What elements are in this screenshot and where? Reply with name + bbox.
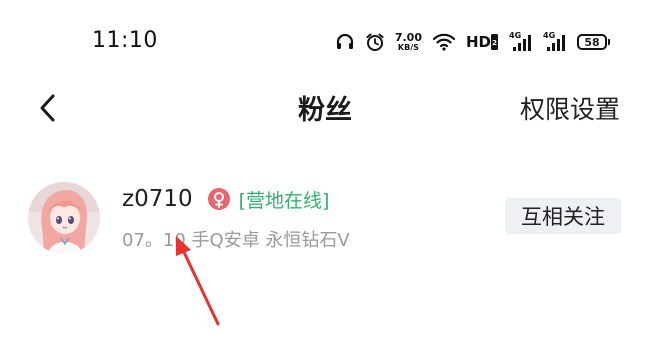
list-item[interactable]: z0710 [营地在线] 07。10 手Q安卓 永恒钻石V 互相关注 [0,170,650,260]
network-speed: 7.00 KB/S [395,32,422,52]
online-status-tag: [营地在线] [238,189,330,212]
avatar[interactable] [28,182,100,254]
network-speed-unit: KB/S [397,43,419,52]
network-speed-value: 7.00 [394,31,422,44]
fans-page: 11:10 7.00 KB/S HD 2 4G 4G 58 粉丝 权限设置 z0… [0,0,650,357]
svg-text:2: 2 [492,39,497,47]
headset-icon [335,32,355,52]
signal-2-label: 4G [543,31,556,40]
signal-icon-2: 4G [543,31,567,52]
status-time: 11:10 [92,28,158,53]
fan-username[interactable]: z0710 [122,186,193,212]
battery-icon: 58 [577,34,610,50]
permission-settings-button[interactable]: 权限设置 [520,90,620,126]
signal-1-label: 4G [509,31,522,40]
mutual-follow-button[interactable]: 互相关注 [505,198,621,234]
wifi-icon [432,32,456,52]
hd-indicator: HD 2 [466,33,499,51]
fan-name-row: z0710 [营地在线] [122,184,329,214]
female-icon [207,187,231,211]
fan-description: 07。10 手Q安卓 永恒钻石V [122,230,350,251]
alarm-icon [365,32,385,52]
status-bar: 11:10 7.00 KB/S HD 2 4G 4G 58 [0,0,650,80]
battery-level: 58 [577,34,607,50]
hd-label: HD [465,33,491,51]
header-bar: 粉丝 权限设置 [0,80,650,136]
signal-icon: 4G [509,31,533,52]
status-icons: 7.00 KB/S HD 2 4G 4G 58 [335,28,610,56]
